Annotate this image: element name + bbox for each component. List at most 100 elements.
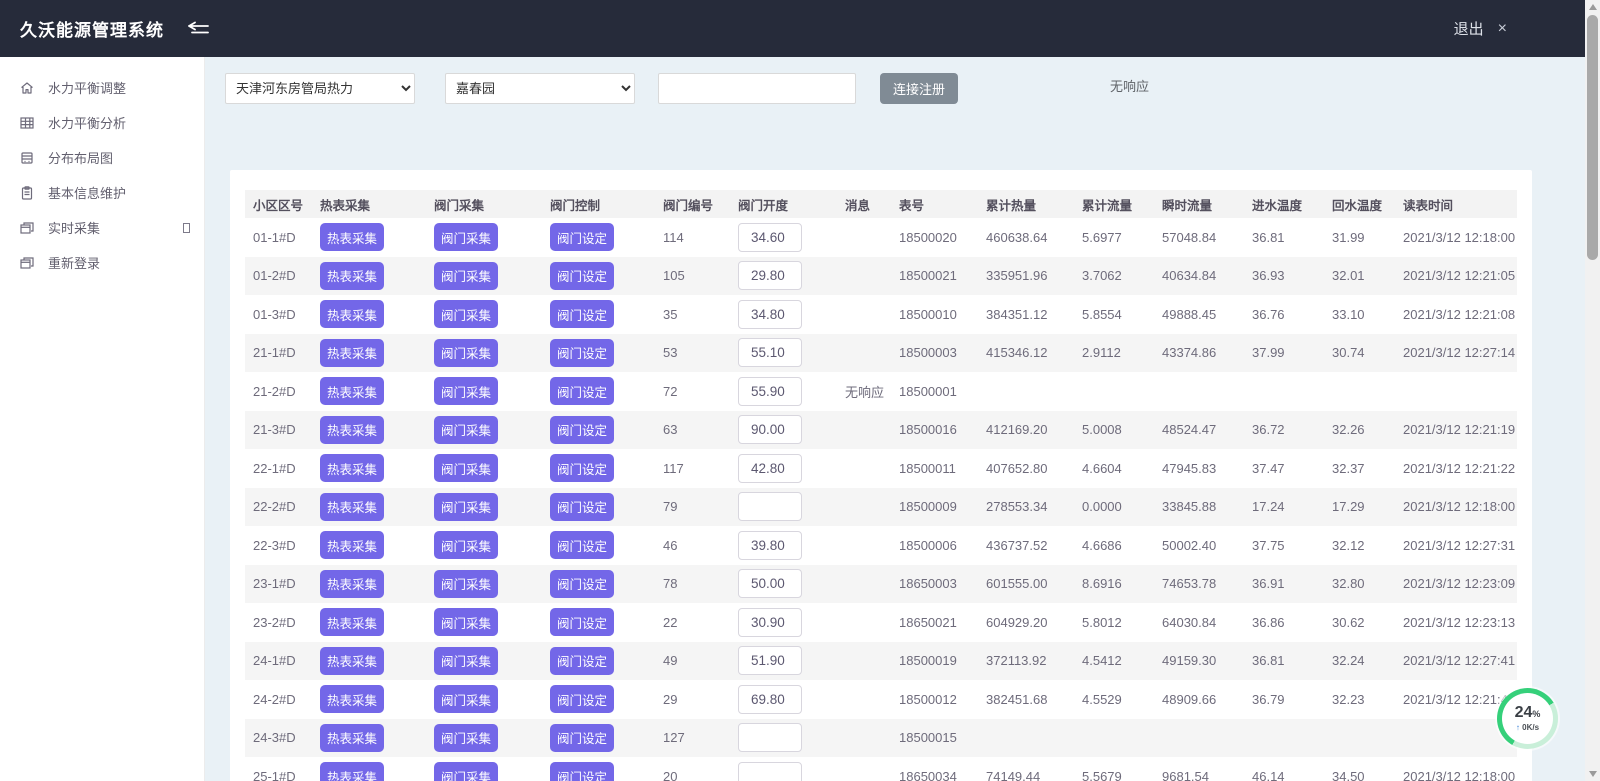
meter-number: 18500009 <box>899 499 986 514</box>
valve-collect-button[interactable]: 阀门采集 <box>434 223 498 251</box>
heat-meter-read-button[interactable]: 热表采集 <box>320 339 384 367</box>
valve-opening-input[interactable] <box>738 454 802 483</box>
valve-collect-button[interactable]: 阀门采集 <box>434 647 498 675</box>
heat-meter-read-button[interactable]: 热表采集 <box>320 262 384 290</box>
region-code: 25-1#D <box>245 769 320 781</box>
valve-opening-input[interactable] <box>738 685 802 714</box>
valve-opening-input[interactable] <box>738 261 802 290</box>
sidebar-item-relogin[interactable]: 重新登录 <box>0 245 204 280</box>
valve-collect-button[interactable]: 阀门采集 <box>434 570 498 598</box>
valve-set-button[interactable]: 阀门设定 <box>550 223 614 251</box>
heat-meter-read-button[interactable]: 热表采集 <box>320 493 384 521</box>
column-header-read_time: 读表时间 <box>1403 195 1517 214</box>
valve-opening-input[interactable] <box>738 492 802 521</box>
connect-input[interactable] <box>658 73 856 104</box>
meter-number: 18500010 <box>899 307 986 322</box>
valve-opening-input[interactable] <box>738 338 802 367</box>
valve-collect-button[interactable]: 阀门采集 <box>434 493 498 521</box>
valve-opening-input[interactable] <box>738 377 802 406</box>
valve-opening-input[interactable] <box>738 569 802 598</box>
heat-meter-read-button[interactable]: 热表采集 <box>320 647 384 675</box>
valve-collect-button[interactable]: 阀门采集 <box>434 724 498 752</box>
valve-set-button[interactable]: 阀门设定 <box>550 570 614 598</box>
column-header-out_temp: 回水温度 <box>1332 195 1403 214</box>
heat-total: 382451.68 <box>986 692 1082 707</box>
valve-number: 114 <box>663 230 738 245</box>
heat-meter-read-button[interactable]: 热表采集 <box>320 762 384 781</box>
heat-total: 335951.96 <box>986 268 1082 283</box>
sidebar-item-distribution-layout[interactable]: 分布布局图 <box>0 140 204 175</box>
sidebar-item-hydraulic-balance-analyze[interactable]: 水力平衡分析 <box>0 105 204 140</box>
valve-opening-input[interactable] <box>738 608 802 637</box>
station-select[interactable]: 天津河东房管局热力 <box>225 73 415 104</box>
flow-total: 8.6916 <box>1082 576 1162 591</box>
valve-collect-button[interactable]: 阀门采集 <box>434 685 498 713</box>
scrollbar-down-arrow-icon[interactable] <box>1589 771 1597 777</box>
menu-collapse-icon[interactable] <box>186 20 212 38</box>
heat-meter-read-button[interactable]: 热表采集 <box>320 570 384 598</box>
valve-set-button[interactable]: 阀门设定 <box>550 493 614 521</box>
heat-meter-read-button[interactable]: 热表采集 <box>320 223 384 251</box>
heat-total: 412169.20 <box>986 422 1082 437</box>
valve-collect-button[interactable]: 阀门采集 <box>434 339 498 367</box>
column-header-region: 小区区号 <box>245 195 320 214</box>
valve-set-button[interactable]: 阀门设定 <box>550 339 614 367</box>
close-icon[interactable]: × <box>1498 20 1507 38</box>
valve-set-button[interactable]: 阀门设定 <box>550 724 614 752</box>
community-select[interactable]: 嘉春园 <box>445 73 635 104</box>
sidebar-item-hydraulic-balance-adjust[interactable]: 水力平衡调整 <box>0 70 204 105</box>
flow-total: 5.5679 <box>1082 769 1162 781</box>
valve-set-button[interactable]: 阀门设定 <box>550 300 614 328</box>
scrollbar-up-arrow-icon[interactable] <box>1589 4 1597 10</box>
valve-collect-button[interactable]: 阀门采集 <box>434 300 498 328</box>
table-row: 01-1#D热表采集阀门采集阀门设定11418500020460638.645.… <box>245 218 1517 257</box>
heat-meter-read-button[interactable]: 热表采集 <box>320 531 384 559</box>
heat-meter-read-button[interactable]: 热表采集 <box>320 377 384 405</box>
valve-collect-button[interactable]: 阀门采集 <box>434 262 498 290</box>
valve-opening-input[interactable] <box>738 300 802 329</box>
scrollbar-thumb[interactable] <box>1587 15 1598 260</box>
region-code: 23-1#D <box>245 576 320 591</box>
meter-number: 18500016 <box>899 422 986 437</box>
vertical-scrollbar[interactable] <box>1585 0 1600 781</box>
heat-meter-read-button[interactable]: 热表采集 <box>320 724 384 752</box>
valve-set-button[interactable]: 阀门设定 <box>550 377 614 405</box>
valve-collect-button[interactable]: 阀门采集 <box>434 377 498 405</box>
sidebar-item-basic-info-maintain[interactable]: 基本信息维护 <box>0 175 204 210</box>
valve-collect-button[interactable]: 阀门采集 <box>434 531 498 559</box>
valve-set-button[interactable]: 阀门设定 <box>550 762 614 781</box>
heat-meter-read-button[interactable]: 热表采集 <box>320 300 384 328</box>
valve-set-button[interactable]: 阀门设定 <box>550 262 614 290</box>
valve-opening-input[interactable] <box>738 723 802 752</box>
column-header-message: 消息 <box>845 195 899 214</box>
table-row: 01-2#D热表采集阀门采集阀门设定10518500021335951.963.… <box>245 257 1517 296</box>
valve-set-button[interactable]: 阀门设定 <box>550 454 614 482</box>
return-temp: 32.80 <box>1332 576 1403 591</box>
heat-meter-read-button[interactable]: 热表采集 <box>320 416 384 444</box>
connect-register-button[interactable]: 连接注册 <box>880 73 958 104</box>
valve-set-button[interactable]: 阀门设定 <box>550 608 614 636</box>
valve-collect-button[interactable]: 阀门采集 <box>434 608 498 636</box>
valve-opening-input[interactable] <box>738 223 802 252</box>
flow-total: 5.0008 <box>1082 422 1162 437</box>
heat-meter-read-button[interactable]: 热表采集 <box>320 685 384 713</box>
valve-set-button[interactable]: 阀门设定 <box>550 647 614 675</box>
valve-opening-input[interactable] <box>738 531 802 560</box>
valve-opening-input[interactable] <box>738 646 802 675</box>
sidebar-item-realtime-collect[interactable]: 实时采集 <box>0 210 204 245</box>
network-progress-badge[interactable]: 24% ↑ 0K/s <box>1497 688 1558 749</box>
valve-opening-input[interactable] <box>738 762 802 781</box>
valve-collect-button[interactable]: 阀门采集 <box>434 762 498 781</box>
inlet-temp: 37.99 <box>1252 345 1332 360</box>
valve-set-button[interactable]: 阀门设定 <box>550 531 614 559</box>
column-header-control_btn: 阀门控制 <box>550 195 663 214</box>
logout-button[interactable]: 退出 <box>1454 18 1484 39</box>
valve-opening-input[interactable] <box>738 415 802 444</box>
valve-set-button[interactable]: 阀门设定 <box>550 416 614 444</box>
valve-collect-button[interactable]: 阀门采集 <box>434 416 498 444</box>
valve-collect-button[interactable]: 阀门采集 <box>434 454 498 482</box>
read-time: 2021/3/12 12:27:31 <box>1403 538 1517 553</box>
heat-meter-read-button[interactable]: 热表采集 <box>320 454 384 482</box>
heat-meter-read-button[interactable]: 热表采集 <box>320 608 384 636</box>
valve-set-button[interactable]: 阀门设定 <box>550 685 614 713</box>
